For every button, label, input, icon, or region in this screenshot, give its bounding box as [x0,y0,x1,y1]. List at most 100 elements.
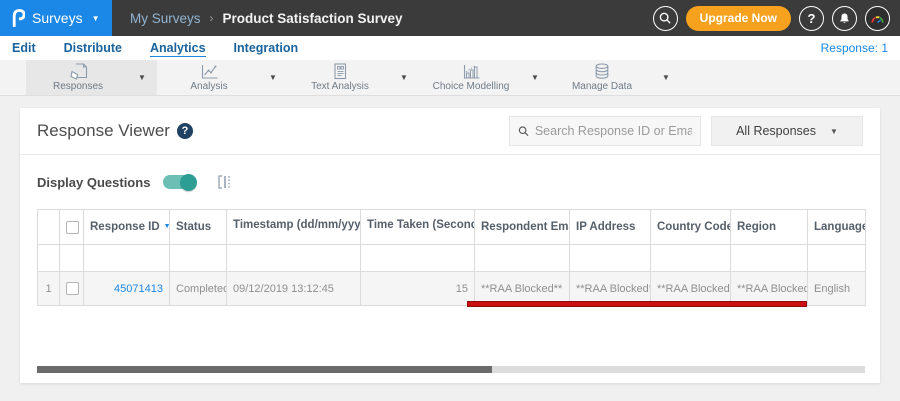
col-language: Language [807,209,866,245]
response-id-link[interactable]: 45071413 [114,283,163,295]
viewer-header: Response Viewer ? All Responses ▼ [20,108,880,155]
table-controls: Display Questions [20,155,880,209]
freeze-columns-icon [218,175,231,189]
chevron-down-icon[interactable]: ▼ [400,73,408,82]
col-label: Country Code [657,221,731,233]
cell-time-taken: 15 [360,271,475,306]
notifications-button[interactable] [832,5,857,31]
col-label: Status [176,221,212,233]
freeze-columns-button[interactable] [216,174,231,190]
toolbar-group-analysis[interactable]: Analysis ▼ [157,60,288,95]
survey-tabs: Edit Distribute Analytics Integration Re… [0,36,900,60]
toggle-knob [180,173,198,191]
topbar-actions: Upgrade Now ? [652,5,900,31]
col-label: Language [814,221,866,233]
horizontal-scrollbar[interactable] [37,366,865,373]
col-label: IP Address [576,221,636,233]
toolbar-item-label: Manage Data [571,81,633,92]
responses-icon [69,63,88,80]
chevron-down-icon: ▼ [91,13,100,23]
search-button[interactable] [652,5,678,31]
cell-timestamp: 09/12/2019 13:12:45 [226,271,361,306]
table-header-row: Response ID ▼ Status Timestamp (dd/mm/yyy… [37,209,866,245]
bell-icon [840,12,849,23]
chevron-down-icon[interactable]: ▼ [269,73,277,82]
sort-desc-icon: ▼ [164,223,169,230]
cell-response-id: 45071413 [83,271,170,306]
col-row-number [37,209,60,245]
toolbar-group-text-analysis[interactable]: Text Analysis ▼ [288,60,419,95]
section-title: Response Viewer [37,121,170,140]
toolbar-item-label: Responses [52,81,104,92]
page-title: Product Satisfaction Survey [222,10,403,26]
analytics-toolbar: Responses ▼ Analysis ▼ Text Analysis ▼ C… [0,60,900,96]
row-checkbox[interactable] [66,282,79,295]
responses-table-wrapper: Response ID ▼ Status Timestamp (dd/mm/yyy… [37,209,866,307]
col-label: Respondent Email [481,221,569,233]
responses-filter-dropdown[interactable]: All Responses ▼ [711,116,863,146]
text-document-icon [332,63,348,80]
page-body: Response Viewer ? All Responses ▼ Displa… [0,96,900,383]
toolbar-item-label: Analysis [190,81,228,92]
account-avatar[interactable] [865,5,890,31]
line-chart-icon [200,63,219,80]
col-response-id[interactable]: Response ID ▼ [83,209,170,245]
responses-table: Response ID ▼ Status Timestamp (dd/mm/yyy… [37,209,866,306]
breadcrumb-parent[interactable]: My Surveys [130,11,201,26]
col-label: Region [737,221,776,233]
cell-status: Completed [169,271,227,306]
questionpro-logo-icon [10,8,25,28]
chevron-down-icon[interactable]: ▼ [531,73,539,82]
response-search-box[interactable] [509,116,701,146]
col-respondent-email: Respondent Email [474,209,570,245]
col-select-all [59,209,84,245]
chevron-down-icon[interactable]: ▼ [138,73,146,82]
col-time-taken[interactable]: Time Taken (Seconds)▲▼ [360,209,475,245]
response-viewer-card: Response Viewer ? All Responses ▼ Displa… [20,108,880,383]
tab-edit[interactable]: Edit [12,42,36,55]
scrollbar-thumb[interactable] [37,366,493,373]
chevron-down-icon: ▼ [829,126,838,136]
row-select [59,271,84,306]
toolbar-group-responses[interactable]: Responses ▼ [26,60,157,95]
col-timestamp[interactable]: Timestamp (dd/mm/yyyy)▲▼ [226,209,361,245]
breadcrumb-separator-icon: › [209,11,214,25]
topbar: Surveys ▼ My Surveys › Product Satisfact… [0,0,900,36]
upgrade-now-button[interactable]: Upgrade Now [685,5,791,31]
help-button[interactable]: ? [799,5,824,31]
tab-distribute[interactable]: Distribute [64,42,122,55]
filter-selected-value: All Responses [736,124,816,138]
tab-integration[interactable]: Integration [234,42,299,55]
database-icon [594,63,610,80]
gauge-icon [871,15,884,23]
cell-language: English [807,271,866,306]
search-icon [518,126,529,137]
toolbar-item-label: Choice Modelling [432,81,510,92]
col-label: Time Taken (Seconds) [367,219,474,231]
toolbar-group-choice-modelling[interactable]: Choice Modelling ▼ [419,60,550,95]
viewer-header-actions: All Responses ▼ [509,116,863,146]
red-underline-annotation [467,301,807,307]
bar-chart-icon [462,63,481,80]
app-menu-label: Surveys [32,10,83,26]
product-menu[interactable]: Surveys ▼ [0,0,112,36]
search-input[interactable] [534,124,692,138]
tab-analytics[interactable]: Analytics [149,42,206,58]
response-count-label: Response: 1 [820,41,888,55]
col-label: Response ID [90,221,160,233]
help-icon[interactable]: ? [176,123,193,139]
row-number: 1 [37,271,60,306]
col-ip-address: IP Address [569,209,651,245]
chevron-down-icon[interactable]: ▼ [662,73,670,82]
display-questions-toggle[interactable] [163,173,198,191]
search-icon [659,12,671,24]
col-country-code: Country Code [650,209,731,245]
col-label: Timestamp (dd/mm/yyyy) [233,219,361,231]
toolbar-group-manage-data[interactable]: Manage Data ▼ [550,60,681,95]
display-questions-label: Display Questions [37,174,151,190]
select-all-checkbox[interactable] [66,220,79,234]
toolbar-item-label: Text Analysis [311,81,369,92]
breadcrumb: My Surveys › Product Satisfaction Survey [130,11,403,26]
filter-row [37,244,866,272]
col-status: Status [169,209,227,245]
